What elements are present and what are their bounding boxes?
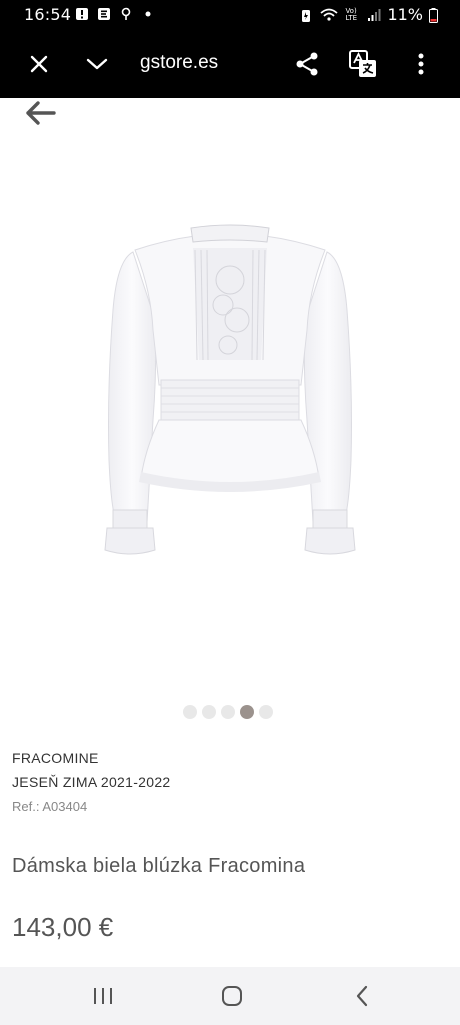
product-season: JESEŇ ZIMA 2021-2022 xyxy=(12,774,171,790)
share-button[interactable] xyxy=(291,48,323,80)
more-options-button[interactable] xyxy=(405,48,437,80)
carousel-dot[interactable] xyxy=(183,705,197,719)
recents-icon xyxy=(94,988,112,1004)
collapse-button[interactable] xyxy=(81,48,113,80)
system-back-button[interactable] xyxy=(347,981,377,1011)
home-button[interactable] xyxy=(217,981,247,1011)
network-label: Vo) LTE xyxy=(345,6,358,22)
close-icon xyxy=(30,55,48,73)
battery-icon xyxy=(429,7,438,23)
alert-icon xyxy=(75,6,89,20)
share-icon xyxy=(296,52,318,76)
product-price: 143,00 € xyxy=(12,912,114,942)
dot-icon xyxy=(141,6,155,20)
battery-percent: 11% xyxy=(387,5,423,24)
carousel-dot[interactable] xyxy=(202,705,216,719)
carousel-dot[interactable] xyxy=(259,705,273,719)
recents-button[interactable] xyxy=(88,981,118,1011)
close-button[interactable] xyxy=(23,48,55,80)
e-icon xyxy=(97,6,111,20)
home-icon xyxy=(222,986,242,1006)
product-image[interactable] xyxy=(95,220,365,570)
battery-saver-icon xyxy=(299,8,313,22)
carousel-dot[interactable] xyxy=(240,705,254,719)
status-bar: 16:54 Vo) LTE 11% xyxy=(0,0,460,30)
product-title: Dámska biela blúzka Fracomina xyxy=(12,855,306,877)
carousel-indicator xyxy=(183,705,273,719)
back-icon xyxy=(356,985,368,1007)
translate-button[interactable] xyxy=(347,48,379,80)
status-time: 16:54 xyxy=(24,5,72,24)
product-ref: Ref.: A03404 xyxy=(12,799,88,814)
url-text[interactable]: gstore.es xyxy=(140,52,218,74)
status-left-icons xyxy=(75,6,155,20)
location-icon xyxy=(119,6,133,20)
product-brand[interactable]: FRACOMINE xyxy=(12,750,99,766)
carousel-dot[interactable] xyxy=(221,705,235,719)
more-vert-icon xyxy=(418,53,424,75)
back-button[interactable] xyxy=(22,98,58,128)
translate-icon xyxy=(349,50,376,77)
arrow-left-icon xyxy=(26,101,56,125)
page: 16:54 Vo) LTE 11% gstore.es FRACOMINE JE… xyxy=(0,0,460,1025)
system-nav-bar xyxy=(0,967,460,1025)
signal-icon xyxy=(367,8,381,22)
chevron-down-icon xyxy=(86,58,108,70)
wifi-icon xyxy=(319,8,339,22)
browser-toolbar: gstore.es xyxy=(0,30,460,98)
status-right: Vo) LTE 11% xyxy=(299,5,438,24)
